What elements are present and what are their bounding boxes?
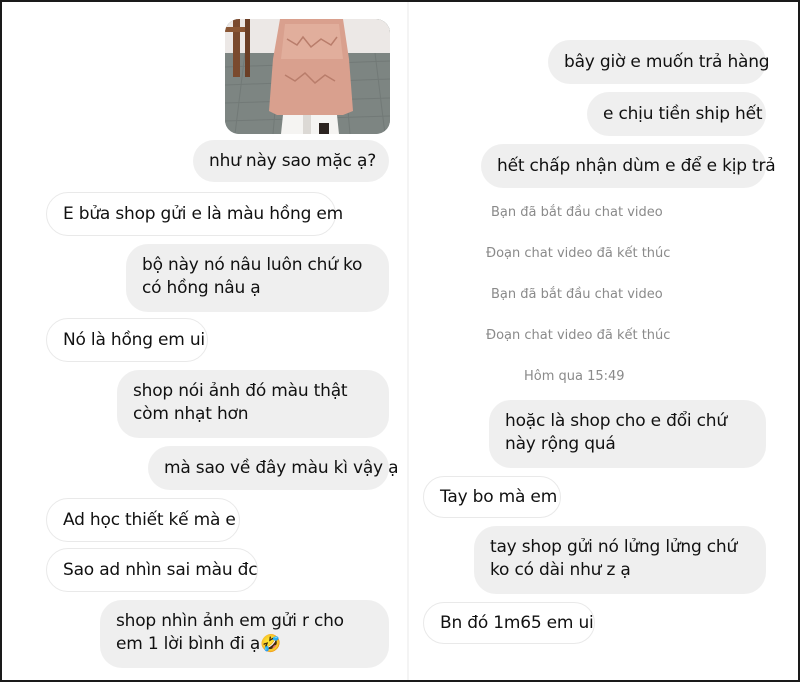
message-bubble-outgoing[interactable]: hoặc là shop cho e đổi chứ này rộng quá — [489, 400, 766, 468]
system-event-video-started: Bạn đã bắt đầu chat video — [491, 205, 663, 220]
message-text: Tay bo mà em — [440, 486, 558, 507]
message-text: hết chấp nhận dùm e để e kịp trả — [497, 155, 776, 176]
message-bubble-outgoing[interactable]: như này sao mặc ạ? — [193, 140, 389, 182]
message-bubble-incoming[interactable]: E bửa shop gửi e là màu hồng em — [46, 192, 343, 236]
column-divider — [407, 0, 409, 682]
message-bubble-incoming[interactable]: Tay bo mà em — [423, 476, 561, 518]
message-bubble-outgoing[interactable]: shop nhìn ảnh em gửi r cho em 1 lời bình… — [100, 600, 389, 668]
message-text: Ad học thiết kế mà e — [63, 509, 236, 530]
message-text: Sao ad nhìn sai màu đc — [63, 559, 258, 580]
message-text: bộ này nó nâu luôn chứ ko có hồng nâu ạ — [142, 255, 363, 298]
message-text: như này sao mặc ạ? — [209, 150, 377, 171]
message-text: bây giờ e muốn trả hàng — [564, 51, 770, 72]
message-bubble-outgoing[interactable]: e chịu tiền ship hết — [587, 92, 766, 136]
message-bubble-outgoing[interactable]: shop nói ảnh đó màu thật còm nhạt hơn — [117, 370, 389, 438]
message-bubble-outgoing[interactable]: mà sao về đây màu kì vậy ạ — [148, 446, 399, 490]
message-bubble-outgoing[interactable]: tay shop gửi nó lửng lửng chứ ko có dài … — [474, 526, 766, 594]
message-text: Nó là hồng em ui — [63, 329, 205, 350]
system-event-video-ended: Đoạn chat video đã kết thúc — [486, 246, 671, 261]
message-bubble-incoming[interactable]: Ad học thiết kế mà e — [46, 498, 240, 542]
message-bubble-incoming[interactable]: Sao ad nhìn sai màu đc — [46, 548, 258, 592]
message-text: hoặc là shop cho e đổi chứ này rộng quá — [505, 411, 727, 454]
message-bubble-outgoing[interactable]: bộ này nó nâu luôn chứ ko có hồng nâu ạ — [126, 244, 389, 312]
message-text: mà sao về đây màu kì vậy ạ — [164, 457, 399, 478]
dress-photo[interactable] — [225, 19, 390, 134]
message-text: tay shop gửi nó lửng lửng chứ ko có dài … — [490, 537, 738, 580]
timestamp: Hôm qua 15:49 — [524, 369, 625, 384]
message-bubble-incoming[interactable]: Bn đó 1m65 em ui — [423, 602, 595, 644]
message-text: shop nhìn ảnh em gửi r cho em 1 lời bình… — [116, 611, 344, 654]
message-bubble-outgoing[interactable]: bây giờ e muốn trả hàng — [548, 40, 770, 84]
dress-photo-image — [225, 19, 390, 134]
chat-screenshot: như này sao mặc ạ? E bửa shop gửi e là m… — [0, 0, 800, 682]
message-text: Bn đó 1m65 em ui — [440, 612, 594, 633]
message-bubble-incoming[interactable]: Nó là hồng em ui — [46, 318, 208, 362]
message-text: shop nói ảnh đó màu thật còm nhạt hơn — [133, 381, 348, 424]
message-bubble-outgoing[interactable]: hết chấp nhận dùm e để e kịp trả — [481, 144, 776, 188]
system-event-video-ended: Đoạn chat video đã kết thúc — [486, 328, 671, 343]
system-event-video-started: Bạn đã bắt đầu chat video — [491, 287, 663, 302]
message-text: E bửa shop gửi e là màu hồng em — [63, 203, 343, 224]
message-text: e chịu tiền ship hết — [603, 103, 763, 124]
